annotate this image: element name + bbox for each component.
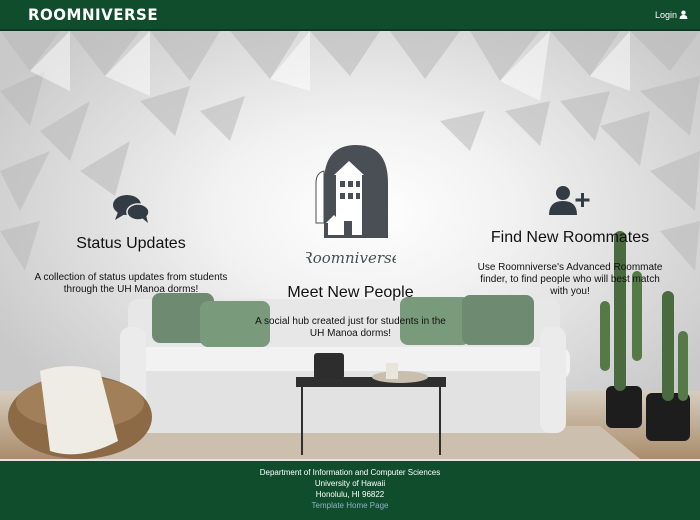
- login-button[interactable]: Login: [655, 10, 688, 20]
- footer: Department of Information and Computer S…: [0, 459, 700, 520]
- find-roommates-feature: Find New Roommates Use Roomniverse's Adv…: [470, 185, 670, 298]
- hero-section: Status Updates A collection of status up…: [0, 31, 700, 459]
- find-roommates-description: Use Roomniverse's Advanced Roommate find…: [477, 262, 663, 297]
- roomniverse-logo: Roomniverse: [306, 145, 396, 267]
- meet-new-people-title: Meet New People: [287, 284, 414, 301]
- footer-address: Honolulu, HI 96822: [315, 490, 385, 499]
- top-navbar: ROOMNIVERSE Login: [0, 0, 700, 31]
- meet-new-people-feature: Roomniverse Meet New People A social hub…: [248, 143, 453, 340]
- template-home-link[interactable]: Template Home Page: [312, 501, 389, 510]
- brand-logo[interactable]: ROOMNIVERSE: [28, 5, 158, 24]
- status-updates-feature: Status Updates A collection of status up…: [26, 193, 236, 296]
- user-plus-icon: [549, 186, 590, 215]
- logo-text: Roomniverse: [306, 249, 396, 267]
- login-label: Login: [654, 9, 677, 20]
- meet-new-people-description: A social hub created just for students i…: [255, 316, 446, 339]
- find-roommates-title: Find New Roommates: [490, 229, 650, 246]
- footer-department: Department of Information and Computer S…: [259, 468, 441, 477]
- comments-icon: [113, 195, 150, 223]
- status-updates-description: A collection of status updates from stud…: [34, 272, 228, 295]
- user-icon: [679, 10, 688, 19]
- footer-university: University of Hawaii: [314, 479, 386, 488]
- status-updates-title: Status Updates: [76, 235, 186, 252]
